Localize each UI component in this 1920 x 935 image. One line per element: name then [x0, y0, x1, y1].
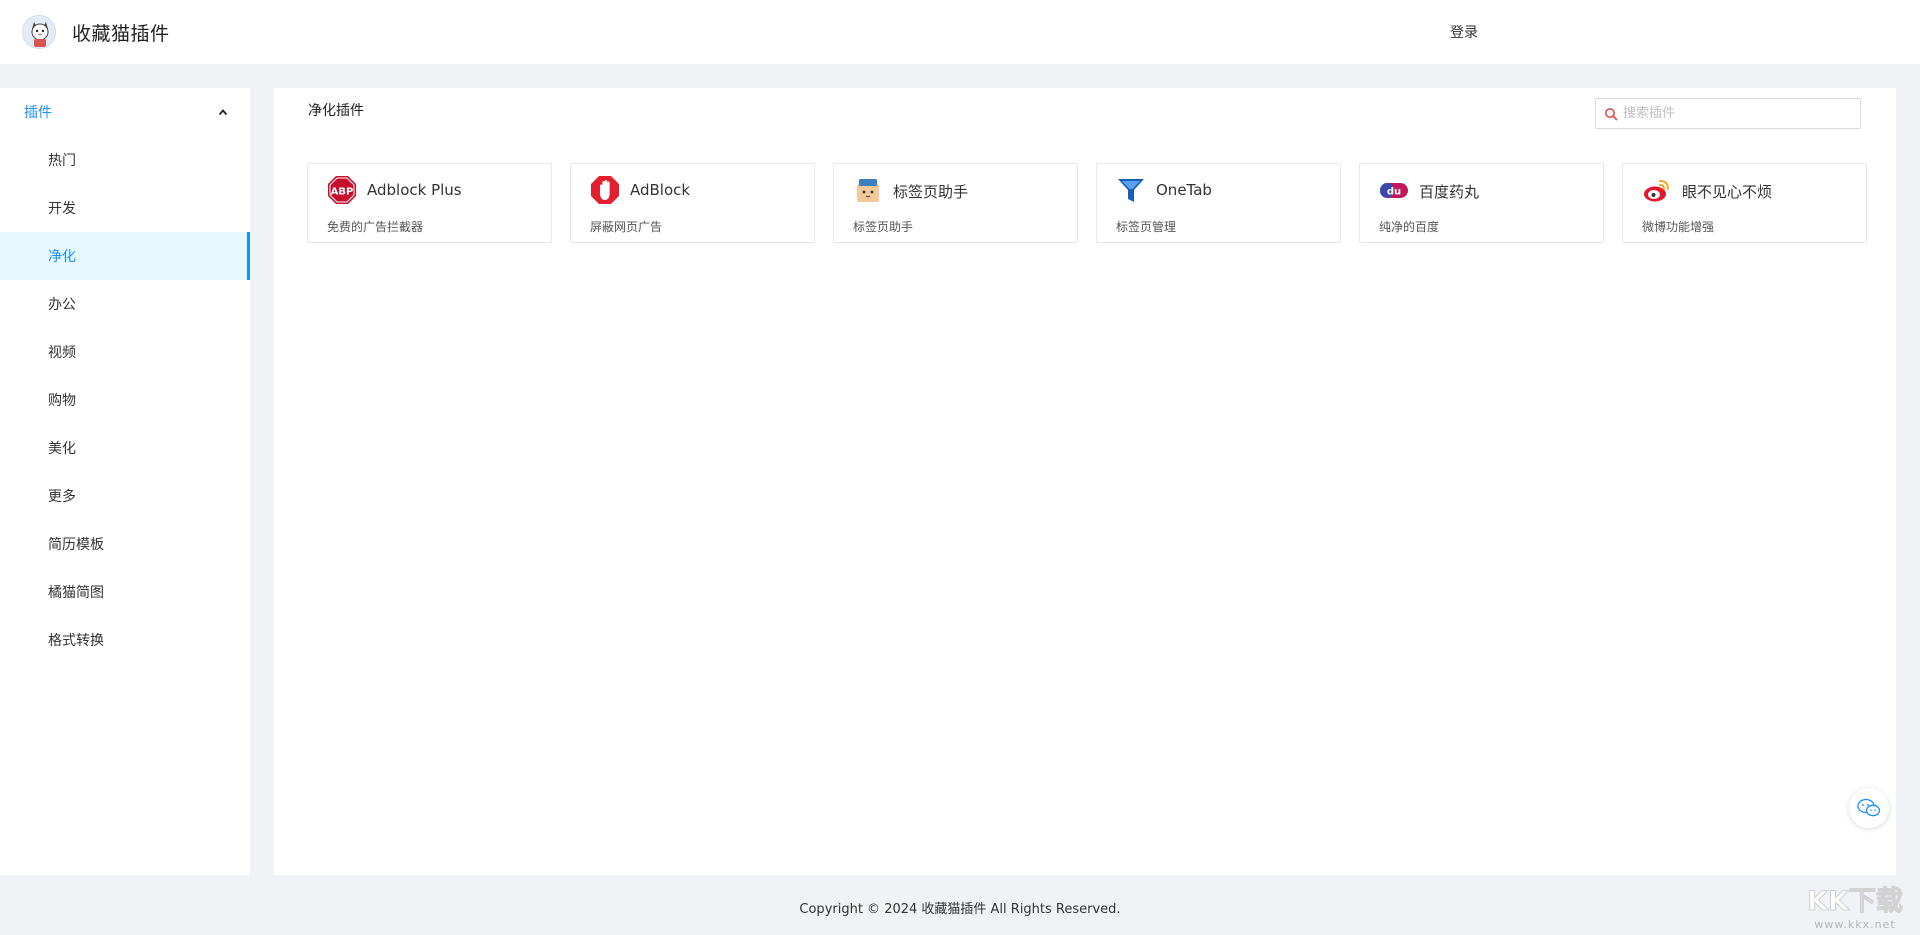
sidebar-item-hot[interactable]: 热门 — [0, 136, 250, 184]
plugin-desc: 微博功能增强 — [1642, 220, 1715, 234]
plugin-card-list: ABP Adblock Plus 免费的广告拦截器 AdBlock 屏蔽网页广告 — [307, 163, 1867, 243]
plugin-card[interactable]: 标签页助手 标签页助手 — [833, 163, 1078, 243]
app-title[interactable]: 收藏猫插件 — [72, 19, 170, 46]
plugin-desc: 标签页助手 — [853, 220, 914, 234]
svg-text:ABP: ABP — [331, 187, 354, 198]
sidebar-item-label: 净化 — [48, 249, 76, 265]
kk-watermark-logo: KK下载 www.kkx.net — [1800, 878, 1910, 933]
plugin-card[interactable]: OneTab 标签页管理 — [1096, 163, 1341, 243]
sidebar-item-label: 更多 — [48, 489, 76, 505]
adblock-hand-icon — [590, 175, 620, 205]
plugin-desc: 屏蔽网页广告 — [590, 220, 663, 234]
search-box[interactable] — [1595, 98, 1861, 129]
main-content: 净化插件 ABP Adblock Plus 免费的广告拦截器 — [274, 88, 1896, 875]
sidebar-item-label: 视频 — [48, 345, 76, 361]
baidu-du-icon: du — [1379, 175, 1409, 205]
plugin-card[interactable]: ABP Adblock Plus 免费的广告拦截器 — [307, 163, 552, 243]
plugin-desc: 标签页管理 — [1116, 220, 1177, 234]
sidebar: 插件 热门 开发 净化 办公 视频 购物 美化 更多 简历模板 橘猫简图 格式转… — [0, 88, 250, 875]
footer-copyright: Copyright © 2024 收藏猫插件 All Rights Reserv… — [799, 902, 1121, 917]
sidebar-item-resume[interactable]: 简历模板 — [0, 520, 250, 568]
plugin-name: OneTab — [1156, 181, 1212, 199]
sidebar-item-label: 橘猫简图 — [48, 585, 104, 601]
sidebar-item-orange-cat[interactable]: 橘猫简图 — [0, 568, 250, 616]
sidebar-item-more[interactable]: 更多 — [0, 472, 250, 520]
section-title: 净化插件 — [308, 103, 364, 119]
chevron-up-icon — [219, 109, 227, 115]
plugin-card[interactable]: du 百度药丸 纯净的百度 — [1359, 163, 1604, 243]
plugin-name: 标签页助手 — [893, 183, 969, 201]
watermark-text: KK下载 — [1807, 886, 1903, 917]
watermark-url: www.kkx.net — [1814, 918, 1895, 931]
sidebar-item-label: 简历模板 — [48, 537, 104, 553]
plugin-card[interactable]: 眼不见心不烦 微博功能增强 — [1622, 163, 1867, 243]
wechat-chat-button[interactable] — [1849, 788, 1889, 828]
chat-bubbles-icon — [1857, 798, 1881, 817]
plugin-name: Adblock Plus — [367, 181, 462, 199]
sidebar-item-label: 购物 — [48, 393, 76, 409]
sidebar-item-video[interactable]: 视频 — [0, 328, 250, 376]
weibo-icon — [1642, 175, 1672, 205]
sidebar-item-label: 热门 — [48, 153, 76, 169]
plugin-name: AdBlock — [630, 181, 691, 199]
sidebar-item-shopping[interactable]: 购物 — [0, 376, 250, 424]
sidebar-item-format-convert[interactable]: 格式转换 — [0, 616, 250, 664]
search-input[interactable] — [1618, 99, 1860, 128]
plugin-name: 百度药丸 — [1419, 183, 1480, 201]
sidebar-item-label: 格式转换 — [48, 633, 104, 649]
sidebar-item-dev[interactable]: 开发 — [0, 184, 250, 232]
sidebar-group-label: 插件 — [24, 105, 52, 121]
svg-text:du: du — [1387, 187, 1401, 198]
adblock-plus-icon: ABP — [327, 175, 357, 205]
search-icon — [1605, 107, 1618, 120]
top-header: 收藏猫插件 登录 — [0, 0, 1920, 64]
tab-helper-icon — [853, 175, 883, 205]
sidebar-item-purify[interactable]: 净化 — [0, 232, 250, 280]
login-link[interactable]: 登录 — [1450, 22, 1478, 42]
sidebar-item-office[interactable]: 办公 — [0, 280, 250, 328]
sidebar-item-label: 开发 — [48, 201, 76, 217]
onetab-funnel-icon — [1116, 175, 1146, 205]
sidebar-item-label: 办公 — [48, 297, 76, 313]
plugin-desc: 纯净的百度 — [1379, 220, 1440, 234]
sidebar-item-label: 美化 — [48, 441, 76, 457]
sidebar-item-beautify[interactable]: 美化 — [0, 424, 250, 472]
cat-logo-icon[interactable] — [22, 15, 56, 49]
plugin-card[interactable]: AdBlock 屏蔽网页广告 — [570, 163, 815, 243]
plugin-desc: 免费的广告拦截器 — [327, 220, 424, 234]
sidebar-group-plugins[interactable]: 插件 — [0, 88, 250, 136]
plugin-name: 眼不见心不烦 — [1682, 183, 1773, 201]
